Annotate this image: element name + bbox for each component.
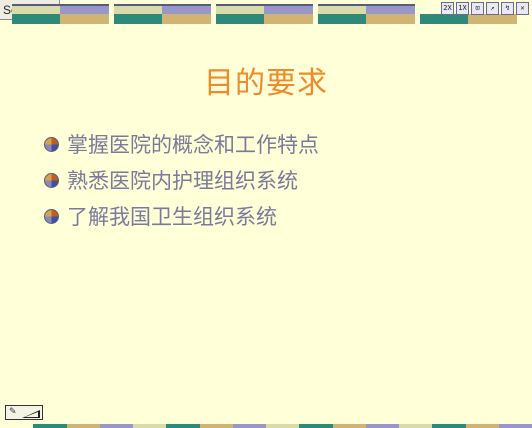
bullet-icon xyxy=(44,208,59,224)
window-controls: 2X 1X ⊡ ↗ ↯ ✕ xyxy=(441,2,529,15)
bullet-icon xyxy=(44,172,59,188)
expand-icon[interactable]: ↗ xyxy=(486,2,499,15)
decorative-banner xyxy=(318,4,415,24)
slide-navigation-button[interactable]: ✎ xyxy=(5,405,43,420)
list-item: 了解我国卫生组织系统 xyxy=(44,198,319,234)
pen-icon: ✎ xyxy=(9,407,17,417)
list-item: 熟悉医院内护理组织系统 xyxy=(44,162,319,198)
slide-title: 目的要求 xyxy=(204,66,328,101)
bullet-text: 熟悉医院内护理组织系统 xyxy=(67,169,298,193)
zoom-2x-button[interactable]: 2X xyxy=(441,2,454,15)
decorative-banner xyxy=(216,4,313,24)
list-item: 掌握医院的概念和工作特点 xyxy=(44,126,319,162)
pointer-icon[interactable]: ↯ xyxy=(501,2,514,15)
decorative-banner xyxy=(12,4,109,24)
decorative-banner xyxy=(420,14,517,24)
window-icon[interactable]: ⊡ xyxy=(471,2,484,15)
decorative-banner xyxy=(114,4,211,24)
bullet-icon xyxy=(44,136,59,152)
decorative-footer xyxy=(0,424,532,428)
close-icon[interactable]: ✕ xyxy=(516,2,529,15)
bullet-list: 掌握医院的概念和工作特点 熟悉医院内护理组织系统 了解我国卫生组织系统 xyxy=(44,126,319,234)
bullet-text: 掌握医院的概念和工作特点 xyxy=(67,133,319,157)
bullet-text: 了解我国卫生组织系统 xyxy=(67,205,277,229)
zoom-1x-button[interactable]: 1X xyxy=(456,2,469,15)
